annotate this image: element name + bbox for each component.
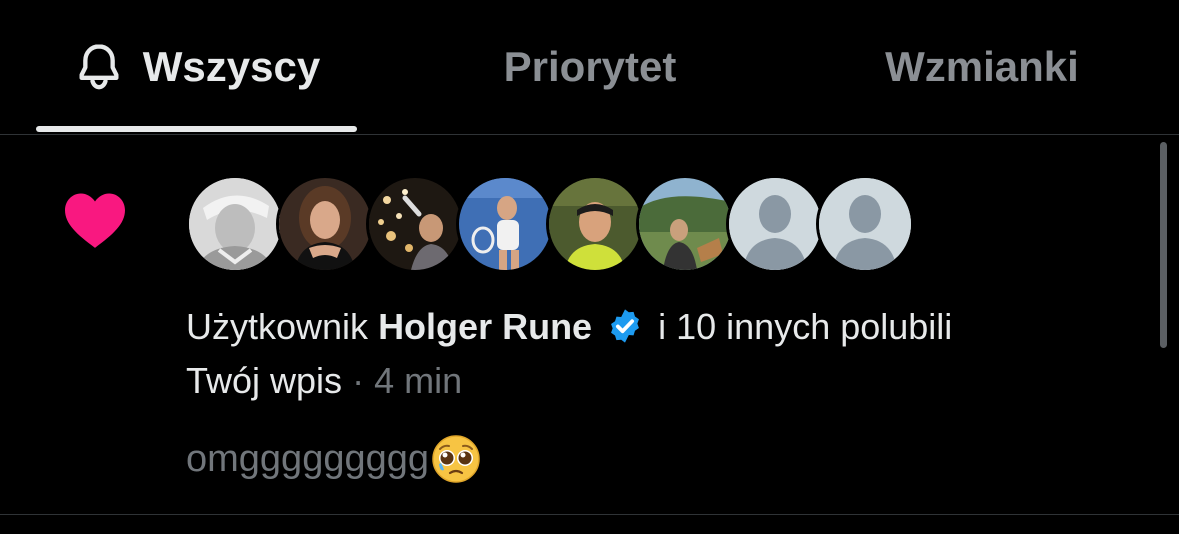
notification-item[interactable]: Użytkownik Holger Rune i 10 innych polub… bbox=[0, 135, 1179, 515]
avatar[interactable] bbox=[366, 175, 464, 273]
tab-all[interactable]: Wszyscy bbox=[36, 0, 357, 134]
summary-prefix: Użytkownik bbox=[186, 306, 369, 347]
summary-suffix: i 10 innych polubili bbox=[658, 306, 953, 347]
scrollbar[interactable] bbox=[1160, 142, 1167, 348]
avatar[interactable] bbox=[546, 175, 644, 273]
summary-target: Twój wpis bbox=[186, 360, 343, 401]
avatar[interactable] bbox=[816, 175, 914, 273]
tab-priority-label: Priorytet bbox=[503, 43, 677, 90]
avatar[interactable] bbox=[636, 175, 734, 273]
avatar[interactable] bbox=[456, 175, 554, 273]
user-name-link[interactable]: Holger Rune bbox=[378, 306, 592, 347]
tab-all-label: Wszyscy bbox=[142, 43, 321, 90]
tab-mentions[interactable]: Wzmianki bbox=[822, 0, 1142, 134]
notification-tabs: Wszyscy Priorytet Wzmianki bbox=[0, 0, 1179, 135]
timestamp: 4 min bbox=[374, 360, 463, 401]
active-tab-indicator bbox=[36, 126, 357, 132]
tab-priority[interactable]: Priorytet bbox=[430, 0, 750, 134]
post-preview[interactable]: omggggggggg bbox=[186, 434, 481, 484]
avatar[interactable] bbox=[276, 175, 374, 273]
separator-dot: · bbox=[352, 360, 365, 401]
pleading-face-emoji bbox=[432, 435, 480, 483]
verified-badge-icon bbox=[611, 309, 640, 343]
heart-icon bbox=[65, 193, 125, 248]
avatar[interactable] bbox=[726, 175, 824, 273]
avatar[interactable] bbox=[186, 175, 284, 273]
notification-text: Użytkownik Holger Rune i 10 innych polub… bbox=[186, 300, 1146, 408]
bell-icon bbox=[79, 44, 119, 90]
tab-mentions-label: Wzmianki bbox=[885, 43, 1079, 90]
post-preview-text: omggggggggg bbox=[186, 437, 429, 480]
